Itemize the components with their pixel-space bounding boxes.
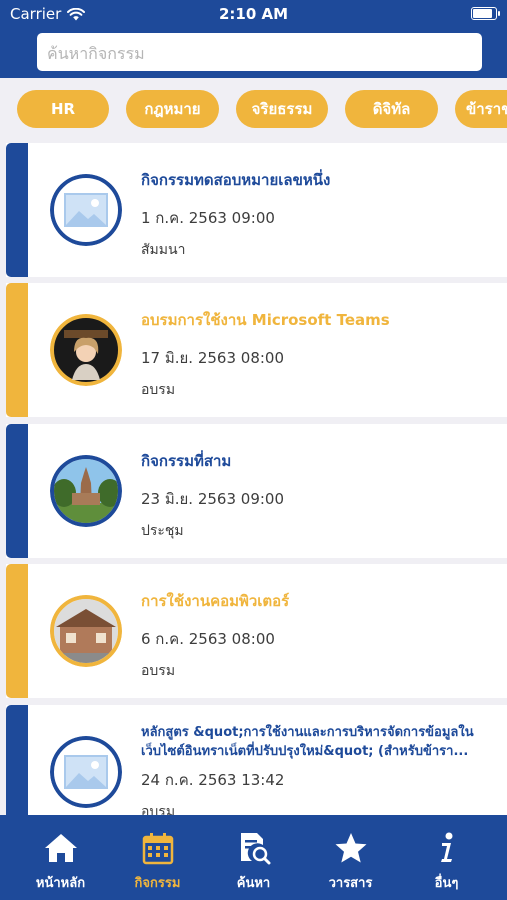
tab-label: ค้นหา [236,876,271,891]
activity-card[interactable]: การใช้งานคอมพิวเตอร์ 6 ก.ค. 2563 08:00 อ… [6,564,507,698]
tab-home[interactable]: หน้าหลัก [10,815,111,900]
card-accent-bar [6,143,28,277]
tab-activities[interactable]: กิจกรรม [107,815,208,900]
category-chip[interactable]: จริยธรรม [236,90,328,128]
temple-photo [50,455,122,527]
search-box[interactable] [37,33,482,73]
activity-title: กิจกรรมที่สาม [141,452,232,470]
info-icon [441,832,453,862]
home-icon [45,834,77,862]
activity-type: อบรม [141,663,176,679]
category-chip[interactable]: ข้าราช [455,90,507,128]
activity-date: 17 มิ.ย. 2563 08:00 [141,349,285,367]
status-bar: Carrier 2:10 AM [0,0,507,28]
activity-date: 23 มิ.ย. 2563 09:00 [141,490,285,508]
star-icon [335,833,367,863]
category-chip[interactable]: HR [17,90,109,128]
status-time: 2:10 AM [218,5,289,23]
category-chip[interactable]: กฎหมาย [126,90,219,128]
card-accent-bar [6,705,28,815]
tab-search[interactable]: ค้นหา [203,815,304,900]
battery-icon [471,7,500,20]
card-accent-bar [6,564,28,698]
app-header: Carrier 2:10 AM [0,0,507,78]
category-chips: HR กฎหมาย จริยธรรม ดิจิทัล ข้าราช [0,80,507,139]
tab-bar: หน้าหลัก กิจกรรม ค้นหา วารสาร อื่นๆ [0,815,507,900]
tab-label: หน้าหลัก [35,876,86,891]
tab-label: อื่นๆ [434,876,459,891]
placeholder-image-icon [50,174,122,246]
person-photo [50,314,122,386]
activity-card[interactable]: กิจกรรมทดสอบหมายเลขหนึ่ง 1 ก.ค. 2563 09:… [6,143,507,277]
activity-card[interactable]: อบรมการใช้งาน Microsoft Teams 17 มิ.ย. 2… [6,283,507,417]
tab-more[interactable]: อื่นๆ [396,815,497,900]
activity-type: สัมมนา [141,242,186,258]
calendar-icon [142,833,174,865]
activity-title: หลักสูตร &quot;การใช้งานและการบริหารจัดก… [141,725,474,759]
tab-label: กิจกรรม [134,876,181,891]
search-input[interactable] [45,33,478,73]
tab-label: วารสาร [328,876,373,891]
activity-title: กิจกรรมทดสอบหมายเลขหนึ่ง [141,171,331,189]
activity-title: อบรมการใช้งาน Microsoft Teams [141,311,390,329]
activity-title: การใช้งานคอมพิวเตอร์ [141,592,290,610]
activity-date: 1 ก.ค. 2563 09:00 [141,209,275,227]
activity-card[interactable]: หลักสูตร &quot;การใช้งานและการบริหารจัดก… [6,705,507,815]
activity-date: 24 ก.ค. 2563 13:42 [141,771,285,789]
tab-journal[interactable]: วารสาร [300,815,401,900]
activity-list: กิจกรรมทดสอบหมายเลขหนึ่ง 1 ก.ค. 2563 09:… [0,143,507,815]
activity-type: อบรม [141,382,176,398]
card-accent-bar [6,283,28,417]
activity-card[interactable]: กิจกรรมที่สาม 23 มิ.ย. 2563 09:00 ประชุม [6,424,507,558]
house-photo [50,595,122,667]
document-search-icon [241,833,271,865]
activity-date: 6 ก.ค. 2563 08:00 [141,630,275,648]
activity-type: ประชุม [141,523,184,539]
activity-type: อบรม [141,804,176,815]
category-chip[interactable]: ดิจิทัล [345,90,438,128]
placeholder-image-icon [50,736,122,808]
card-accent-bar [6,424,28,558]
